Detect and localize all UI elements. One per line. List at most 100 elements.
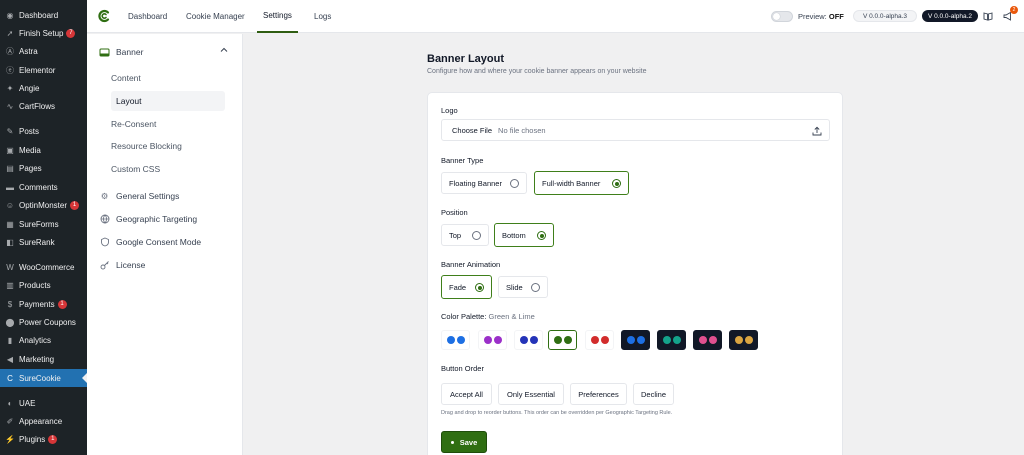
- wp-menu-uae[interactable]: ◐ UAE: [0, 394, 87, 412]
- nav-re-consent[interactable]: Re-Consent: [111, 114, 156, 134]
- palette-color-dot: [600, 336, 609, 344]
- wp-menu-appearance[interactable]: ✐ Appearance: [0, 412, 87, 430]
- gear-icon: ⚙: [100, 190, 109, 201]
- wp-menu-power-coupons[interactable]: ⬤ Power Coupons: [0, 313, 87, 331]
- file-status: No file chosen: [498, 125, 546, 135]
- wp-admin-sidebar: ◉ Dashboard ➚ Finish Setup 7 Ⓐ Astra ⓔ Elemen…: [0, 0, 87, 455]
- palette-swatch[interactable]: [548, 330, 577, 350]
- globe-icon: [99, 214, 110, 225]
- radio-bottom[interactable]: [537, 231, 546, 240]
- palette-swatch[interactable]: [441, 330, 470, 350]
- tab-settings[interactable]: Settings: [257, 0, 298, 33]
- wp-menu-optinmonster[interactable]: ☺ OptinMonster 1: [0, 196, 87, 214]
- nav-content[interactable]: Content: [111, 68, 141, 88]
- book-icon[interactable]: [983, 11, 993, 21]
- wp-menu-dashboard[interactable]: ◉ Dashboard: [0, 6, 87, 24]
- nav-geographic-targeting[interactable]: Geographic Targeting: [99, 209, 197, 229]
- wp-menu-cartflows[interactable]: ∿ CartFlows: [0, 97, 87, 115]
- surerank-icon: ◧: [6, 237, 14, 247]
- wp-menu-comments[interactable]: ▬ Comments: [0, 178, 87, 196]
- palette-swatch[interactable]: [657, 330, 686, 350]
- layout-settings-card: Logo Choose File No file chosen Banner T…: [427, 92, 843, 455]
- payments-badge: 1: [57, 299, 67, 309]
- upload-icon[interactable]: [812, 126, 822, 136]
- products-icon: ▥: [6, 280, 14, 290]
- wp-menu-surecookie[interactable]: C SureCookie: [0, 369, 87, 387]
- wp-menu-payments[interactable]: $ Payments 1: [0, 295, 87, 313]
- coupon-icon: ⬤: [5, 317, 15, 327]
- analytics-icon: ▮: [7, 335, 13, 345]
- tab-logs[interactable]: Logs: [314, 0, 331, 33]
- animation-slide[interactable]: Slide: [498, 276, 548, 298]
- banner-type-full-width[interactable]: Full-width Banner: [534, 171, 629, 195]
- nav-license[interactable]: License: [99, 255, 145, 275]
- banner-type-floating[interactable]: Floating Banner: [441, 172, 527, 194]
- order-hint: Drag and drop to reorder buttons. This o…: [441, 410, 673, 416]
- settings-nav: Banner Content Layout Re-Consent Resourc…: [87, 34, 243, 455]
- tab-cookie-manager[interactable]: Cookie Manager: [186, 0, 245, 33]
- wp-menu-plugins[interactable]: ⚡ Plugins 1: [0, 430, 87, 448]
- palette-color-dot: [590, 336, 599, 344]
- position-top[interactable]: Top: [441, 224, 489, 246]
- wp-menu-products[interactable]: ▥ Products: [0, 276, 87, 294]
- preview-toggle[interactable]: [771, 11, 793, 22]
- save-button[interactable]: Save: [441, 431, 487, 453]
- wp-menu-marketing[interactable]: ◀ Marketing: [0, 350, 87, 368]
- wp-menu-elementor[interactable]: ⓔ Elementor: [0, 61, 87, 79]
- button-order-label: Button Order: [441, 364, 484, 373]
- tab-dashboard[interactable]: Dashboard: [128, 0, 167, 33]
- elementor-icon: ⓔ: [6, 65, 14, 75]
- wp-menu-analytics[interactable]: ▮ Analytics: [0, 331, 87, 349]
- palette-swatch[interactable]: [478, 330, 507, 350]
- animation-fade[interactable]: Fade: [441, 275, 492, 299]
- palette-swatch[interactable]: [729, 330, 758, 350]
- nav-banner[interactable]: Banner: [99, 42, 143, 62]
- palette-swatch[interactable]: [621, 330, 650, 350]
- order-only-essential[interactable]: Only Essential: [498, 383, 564, 405]
- radio-floating[interactable]: [510, 179, 519, 188]
- surecookie-logo-icon[interactable]: [97, 9, 111, 23]
- wp-menu-media[interactable]: ▣ Media: [0, 141, 87, 159]
- wp-menu-angie[interactable]: ✦ Angie: [0, 79, 87, 97]
- wp-menu-astra[interactable]: Ⓐ Astra: [0, 42, 87, 60]
- wp-menu-woocommerce[interactable]: W WooCommerce: [0, 258, 87, 276]
- nav-resource-blocking[interactable]: Resource Blocking: [111, 136, 182, 156]
- palette-swatch[interactable]: [585, 330, 614, 350]
- palette-color-dot: [529, 336, 538, 344]
- chevron-up-icon[interactable]: [220, 46, 228, 54]
- wp-menu-pages[interactable]: ▤ Pages: [0, 159, 87, 177]
- cartflows-icon: ∿: [6, 101, 14, 111]
- nav-custom-css[interactable]: Custom CSS: [111, 159, 160, 179]
- palette-color-dot: [446, 336, 455, 344]
- preview-state: OFF: [828, 12, 844, 21]
- radio-slide[interactable]: [531, 283, 540, 292]
- radio-fade[interactable]: [475, 283, 484, 292]
- wp-menu-posts[interactable]: ✎ Posts: [0, 122, 87, 140]
- palette-swatch[interactable]: [514, 330, 543, 350]
- order-preferences[interactable]: Preferences: [570, 383, 627, 405]
- palette-color-dot: [456, 336, 465, 344]
- palette-swatch[interactable]: [693, 330, 722, 350]
- brush-icon: ✐: [6, 416, 14, 426]
- wp-menu-finish-setup[interactable]: ➚ Finish Setup 7: [0, 24, 87, 42]
- position-label: Position: [441, 208, 468, 217]
- order-accept-all[interactable]: Accept All: [441, 383, 492, 405]
- choose-file-button[interactable]: Choose File: [452, 126, 492, 135]
- finish-setup-badge: 7: [66, 28, 76, 38]
- page-icon: ▤: [6, 163, 14, 173]
- radio-full-width[interactable]: [612, 179, 621, 188]
- order-decline[interactable]: Decline: [633, 383, 674, 405]
- radio-top[interactable]: [472, 231, 481, 240]
- optinmonster-icon: ☺: [5, 200, 15, 210]
- nav-google-consent-mode[interactable]: Google Consent Mode: [99, 232, 201, 252]
- nav-layout[interactable]: Layout: [111, 91, 225, 111]
- wp-menu-surerank[interactable]: ◧ SureRank: [0, 233, 87, 251]
- logo-file-input[interactable]: Choose File No file chosen: [441, 119, 830, 141]
- nav-general-settings[interactable]: ⚙ General Settings: [99, 186, 180, 206]
- toggle-knob: [773, 13, 780, 20]
- wp-menu-sureforms[interactable]: ▦ SureForms: [0, 215, 87, 233]
- position-bottom[interactable]: Bottom: [494, 223, 554, 247]
- payments-icon: $: [7, 299, 13, 309]
- animation-label: Banner Animation: [441, 260, 501, 269]
- astra-icon: Ⓐ: [6, 46, 14, 56]
